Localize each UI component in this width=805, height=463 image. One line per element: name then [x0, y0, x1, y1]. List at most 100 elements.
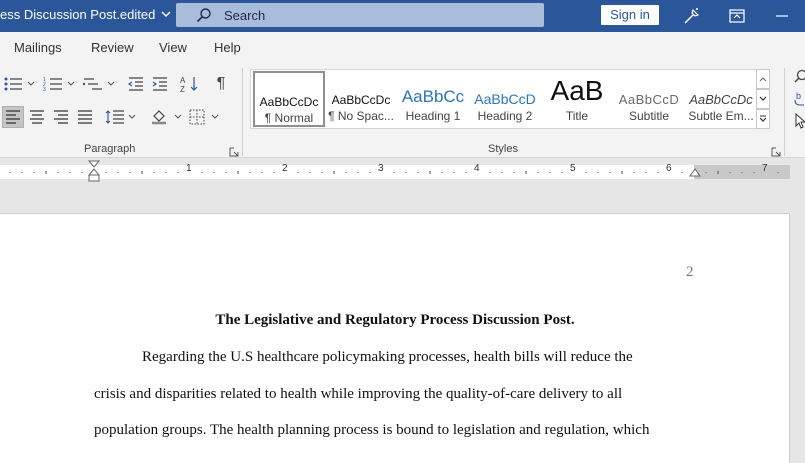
body-line: population groups. The health planning p… — [94, 422, 649, 439]
style-name: Subtitle — [613, 109, 685, 123]
numbering-button[interactable]: 123 — [42, 73, 76, 95]
style-subtitle[interactable]: AaBbCcD Subtitle — [613, 71, 685, 127]
select-cursor-icon[interactable] — [792, 110, 805, 132]
ribbon-tabs: Mailings Review View Help — [0, 32, 805, 62]
justify-icon — [77, 110, 93, 124]
search-input[interactable]: Search — [176, 3, 544, 27]
align-right-icon — [53, 110, 69, 124]
tab-review[interactable]: Review — [91, 40, 134, 55]
style-sample: AaBbCcDc — [685, 79, 757, 107]
style-name: Heading 2 — [469, 109, 541, 123]
justify-button[interactable] — [74, 106, 96, 128]
document-title: ess Discussion Post.edited — [0, 7, 155, 22]
group-divider — [784, 68, 785, 156]
show-formatting-button[interactable]: ¶ — [210, 73, 232, 95]
align-right-button[interactable] — [50, 106, 72, 128]
borders-icon — [188, 109, 222, 125]
increase-indent-icon — [151, 76, 169, 92]
title-bar: ess Discussion Post.edited Search Sign i… — [0, 0, 805, 32]
style-name: Subtle Em... — [685, 109, 757, 123]
replace-icon[interactable]: b — [792, 88, 805, 110]
line-spacing-button[interactable] — [104, 106, 138, 128]
align-center-button[interactable] — [26, 106, 48, 128]
align-left-button[interactable] — [2, 106, 24, 128]
ruler-number: 1 — [186, 163, 192, 174]
horizontal-ruler[interactable]: 1 2 3 4 5 6 7 — [0, 160, 805, 182]
sort-button[interactable]: AZ — [178, 73, 202, 95]
svg-text:3: 3 — [43, 87, 46, 92]
tab-view[interactable]: View — [159, 40, 187, 55]
tab-mailings[interactable]: Mailings — [14, 40, 62, 55]
body-line: Regarding the U.S healthcare policymakin… — [142, 349, 633, 366]
increase-indent-button[interactable] — [150, 73, 170, 95]
style-title[interactable]: AaB Title — [541, 71, 613, 127]
style-heading-2[interactable]: AaBbCcD Heading 2 — [469, 71, 541, 127]
paragraph-group-label: Paragraph — [84, 143, 135, 155]
ruler-number: 3 — [378, 163, 384, 174]
svg-text:Z: Z — [180, 85, 185, 93]
styles-gallery-scroll — [756, 69, 770, 129]
align-left-icon — [5, 110, 21, 124]
style-sample: AaBbCcDc — [325, 79, 397, 107]
paragraph-dialog-launcher-icon[interactable] — [229, 144, 239, 154]
style-name: ¶ Normal — [255, 111, 323, 125]
designer-wand-icon[interactable] — [682, 6, 702, 26]
decrease-indent-icon — [127, 76, 145, 92]
search-icon — [196, 7, 212, 23]
tab-help[interactable]: Help — [214, 40, 241, 55]
sign-in-button[interactable]: Sign in — [601, 5, 659, 25]
ruler-number: 6 — [666, 163, 672, 174]
ruler-number: 4 — [474, 163, 480, 174]
gallery-down-button[interactable] — [756, 89, 770, 109]
style-sample: AaBbCcD — [469, 79, 541, 107]
bullets-button[interactable] — [2, 73, 36, 95]
chevron-up-icon — [759, 76, 767, 82]
decrease-indent-button[interactable] — [126, 73, 146, 95]
multilevel-list-button[interactable] — [82, 73, 116, 95]
ribbon-display-options-icon[interactable] — [727, 6, 747, 26]
style-name: Heading 1 — [397, 109, 469, 123]
document-heading: The Legislative and Regulatory Process D… — [0, 312, 790, 329]
body-line: crisis and disparities related to health… — [94, 386, 622, 403]
ruler-number: 7 — [762, 163, 768, 174]
shading-button[interactable] — [150, 106, 184, 128]
minimize-icon[interactable] — [772, 6, 792, 26]
group-divider — [242, 68, 243, 156]
styles-group-label: Styles — [488, 143, 518, 155]
chevron-down-icon — [161, 7, 171, 22]
style-no-spacing[interactable]: AaBbCcDc ¶ No Spac... — [325, 71, 397, 127]
style-heading-1[interactable]: AaBbCc Heading 1 — [397, 71, 469, 127]
right-indent-marker-icon[interactable] — [688, 167, 702, 177]
pilcrow-icon: ¶ — [217, 75, 226, 93]
line-spacing-icon — [104, 109, 138, 125]
style-sample: AaBbCc — [397, 79, 469, 107]
style-sample: AaB — [541, 73, 613, 107]
style-sample: AaBbCcD — [613, 79, 685, 107]
find-icon[interactable] — [792, 66, 805, 88]
search-placeholder: Search — [224, 8, 265, 23]
numbering-icon: 123 — [42, 76, 76, 92]
style-name: ¶ No Spac... — [325, 109, 397, 123]
page-number: 2 — [686, 264, 694, 281]
style-sample: AaBbCcDc — [255, 81, 323, 109]
sort-az-icon: AZ — [179, 75, 201, 93]
styles-gallery: AaBbCcDc ¶ Normal AaBbCcDc ¶ No Spac... … — [250, 69, 770, 129]
ruler-number: 5 — [570, 163, 576, 174]
ruler-number: 2 — [282, 163, 288, 174]
style-subtle-emphasis[interactable]: AaBbCcDc Subtle Em... — [685, 71, 757, 127]
document-title-button[interactable]: ess Discussion Post.edited — [0, 7, 171, 22]
first-line-indent-marker-icon[interactable] — [87, 160, 101, 182]
document-page[interactable]: 2 The Legislative and Regulatory Process… — [0, 213, 790, 463]
styles-dialog-launcher-icon[interactable] — [771, 144, 781, 154]
align-center-icon — [29, 110, 45, 124]
gallery-more-button[interactable] — [756, 109, 770, 129]
gallery-up-button[interactable] — [756, 69, 770, 89]
svg-text:A: A — [180, 76, 186, 85]
borders-button[interactable] — [188, 106, 222, 128]
style-normal[interactable]: AaBbCcDc ¶ Normal — [253, 71, 325, 127]
multilevel-list-icon — [82, 76, 116, 92]
chevron-down-icon — [759, 96, 767, 102]
shading-bucket-icon — [150, 108, 184, 126]
bullets-icon — [2, 76, 36, 92]
style-name: Title — [541, 109, 613, 123]
